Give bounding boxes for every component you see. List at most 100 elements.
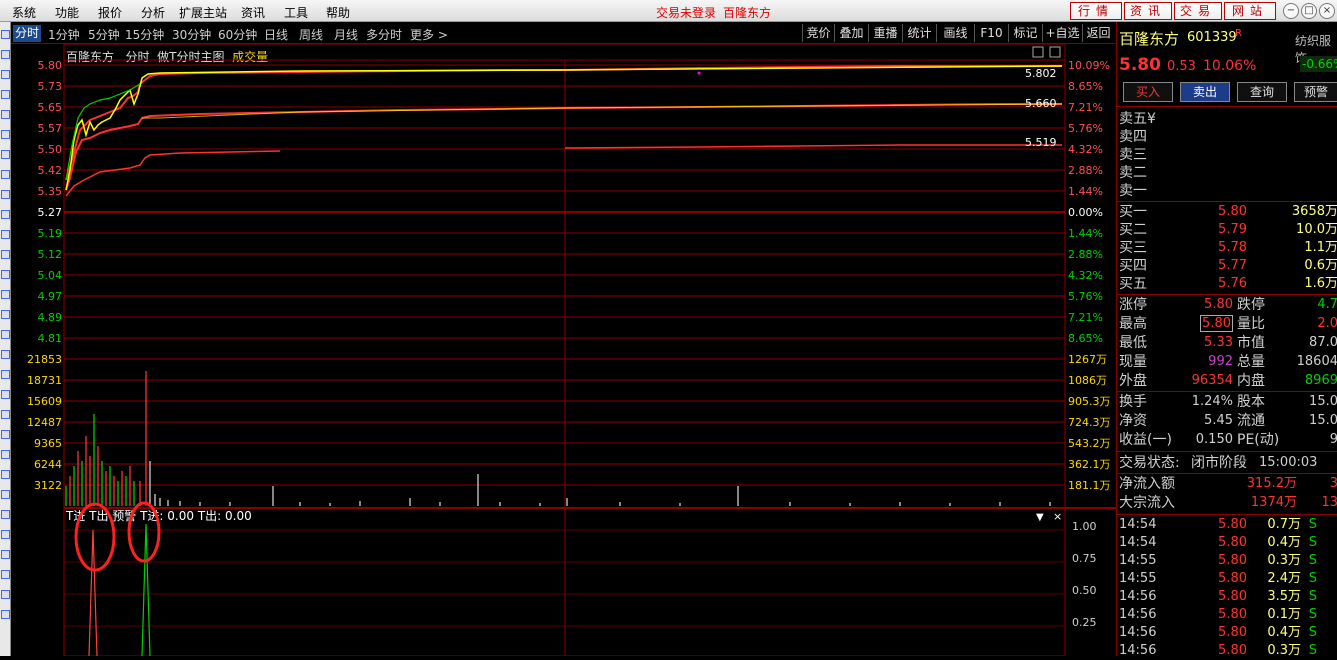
close-icon[interactable]: × — [1319, 3, 1335, 19]
tick-price: 5.80 — [1218, 607, 1247, 622]
bid-volume: 1.1万 — [1304, 240, 1337, 255]
tick-volume: 0.4万 — [1267, 535, 1301, 550]
tick-volume: 0.3万 — [1267, 553, 1301, 568]
bid-volume: 0.6万 — [1304, 258, 1337, 273]
stat-value: 15.0 — [1309, 394, 1337, 409]
collapse-icon[interactable]: ▼ — [1036, 512, 1044, 523]
stat-value: 2.0 — [1317, 316, 1337, 331]
stat-label: 量比 — [1237, 316, 1265, 332]
volume-right-tick: 1267万 — [1068, 353, 1107, 366]
pct-tick: 10.09% — [1068, 59, 1110, 72]
close-panel-icon[interactable]: × — [1053, 510, 1062, 523]
pct-tick: 5.76% — [1068, 290, 1103, 303]
tick-side: S — [1308, 625, 1317, 640]
price-change: 0.53 — [1167, 59, 1196, 74]
bid-price: 5.77 — [1218, 258, 1247, 273]
trade-button[interactable]: 交易 — [1174, 2, 1222, 20]
flow-extra: 13 — [1321, 495, 1337, 510]
stat-value: 5.45 — [1204, 413, 1233, 428]
stat-value: 15.0 — [1309, 413, 1337, 428]
divider — [1117, 106, 1337, 107]
stock-flag: R — [1235, 28, 1242, 39]
volume-tick: 15609 — [27, 395, 62, 408]
stat-value: 5.80 — [1200, 315, 1233, 332]
stat-label: 外盘 — [1119, 373, 1147, 389]
price-tick: 5.42 — [38, 164, 63, 177]
pct-tick: 7.21% — [1068, 101, 1103, 114]
tick-time: 14:54 — [1119, 535, 1157, 550]
stat-value: 9 — [1329, 432, 1337, 447]
stat-label: 净资 — [1119, 413, 1147, 429]
pct-tick: 2.88% — [1068, 164, 1103, 177]
price-tick: 5.35 — [38, 185, 63, 198]
stat-label: PE(动) — [1237, 432, 1280, 448]
stat-label: 跌停 — [1237, 297, 1265, 313]
ask2-label: 卖二 — [1119, 165, 1147, 181]
stat-label: 最高 — [1119, 316, 1147, 332]
stat-value: 87.0 — [1309, 335, 1337, 350]
line-label: 5.802 — [1025, 67, 1057, 80]
limit-up-line — [65, 65, 1062, 181]
flow-value: 1374万 — [1250, 495, 1297, 510]
tick-price: 5.80 — [1218, 571, 1247, 586]
stat-label: 总量 — [1237, 354, 1265, 370]
lower-band-line — [65, 150, 281, 197]
currency-label: ¥ — [1147, 111, 1156, 127]
volume-right-tick: 362.1万 — [1068, 458, 1111, 471]
stat-value: 5.33 — [1204, 335, 1233, 350]
stat-value: 4.7 — [1317, 297, 1337, 312]
price-tick: 5.04 — [38, 269, 63, 282]
bid-price: 5.80 — [1218, 204, 1247, 219]
stat-label: 涨停 — [1119, 297, 1147, 313]
stat-label: 内盘 — [1237, 373, 1265, 389]
minimize-icon[interactable]: − — [1283, 3, 1299, 19]
tick-volume: 0.1万 — [1267, 607, 1301, 622]
maximize-icon[interactable]: □ — [1301, 3, 1317, 19]
tick-price: 5.80 — [1218, 535, 1247, 550]
bid-price: 5.76 — [1218, 276, 1247, 291]
intraday-chart: 5.80 5.73 5.65 5.57 5.50 5.42 5.35 5.27 … — [27, 43, 1116, 656]
sell-button[interactable]: 卖出 — [1180, 82, 1230, 102]
pct-tick: 8.65% — [1068, 80, 1103, 93]
pct-tick: 7.21% — [1068, 311, 1103, 324]
price-tick: 5.57 — [38, 122, 63, 135]
divider — [1117, 294, 1337, 295]
stat-label: 最低 — [1119, 335, 1147, 351]
stat-value: 5.80 — [1204, 297, 1233, 312]
website-button[interactable]: 网站 — [1224, 2, 1276, 20]
stat-label: 现量 — [1119, 354, 1147, 370]
ask5-label: 卖五¥ — [1119, 111, 1156, 127]
tick-side: S — [1308, 571, 1317, 586]
upper-band-line — [65, 103, 1062, 191]
buy-button[interactable]: 买入 — [1123, 82, 1173, 102]
volume-right-tick: 181.1万 — [1068, 479, 1111, 492]
bid-label: 买三 — [1119, 240, 1147, 256]
price-tick: 5.27 — [38, 206, 63, 219]
alert-button[interactable]: 预警 — [1294, 82, 1337, 102]
stat-label: 流通 — [1237, 413, 1265, 429]
line-label: 5.519 — [1025, 136, 1057, 149]
query-button[interactable]: 查询 — [1237, 82, 1287, 102]
divider — [1117, 473, 1337, 474]
tick-side: S — [1308, 589, 1317, 604]
pct-tick: 4.32% — [1068, 143, 1103, 156]
tick-volume: 3.5万 — [1267, 589, 1301, 604]
layout-icon[interactable] — [1049, 46, 1061, 58]
quote-panel: 百隆东方 601339 R 纺织服饰 5.80 0.53 10.06% -0.6… — [1116, 22, 1337, 658]
volume-right-tick: 1086万 — [1068, 374, 1107, 387]
stat-label: 股本 — [1237, 394, 1265, 410]
pct-tick: 8.65% — [1068, 332, 1103, 345]
zoom-icon[interactable] — [1032, 46, 1044, 58]
news-button[interactable]: 资讯 — [1124, 2, 1172, 20]
divider — [1117, 514, 1337, 515]
tick-volume: 0.7万 — [1267, 517, 1301, 532]
tick-side: S — [1308, 643, 1317, 658]
stock-name: 百隆东方 — [1119, 30, 1180, 48]
price-tick: 5.80 — [38, 59, 63, 72]
volume-bars — [65, 371, 1051, 506]
bid-label: 买五 — [1119, 276, 1147, 292]
t-out-signal — [141, 523, 151, 656]
volume-tick: 9365 — [34, 437, 62, 450]
bid-label: 买四 — [1119, 258, 1147, 274]
price-tick: 4.81 — [38, 332, 63, 345]
